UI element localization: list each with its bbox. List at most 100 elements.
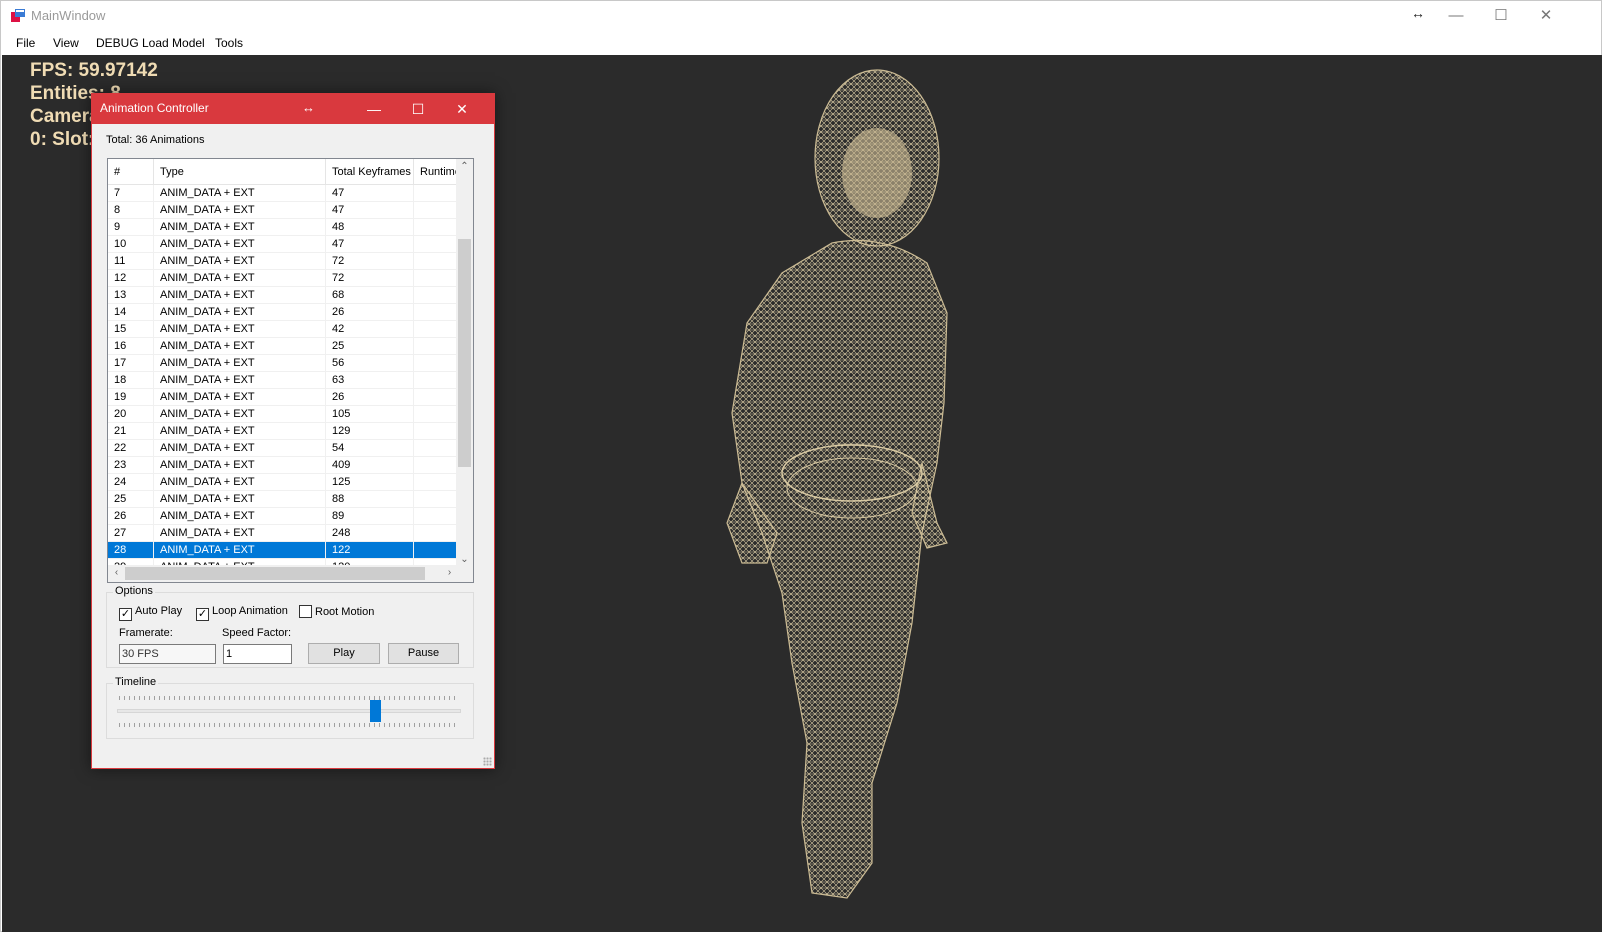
cell-num: 24	[108, 474, 154, 490]
anim-minimize-button[interactable]: —	[352, 94, 396, 124]
cell-num: 15	[108, 321, 154, 337]
cell-keyframes: 47	[326, 185, 414, 201]
table-row[interactable]: 18 ANIM_DATA + EXT 63	[108, 372, 458, 389]
table-row[interactable]: 27 ANIM_DATA + EXT 248	[108, 525, 458, 542]
options-group-label: Options	[113, 585, 155, 597]
loop-animation-checkbox[interactable]: ✓ Loop Animation	[196, 605, 288, 621]
cell-runtime	[414, 304, 458, 320]
anim-close-button[interactable]: ✕	[440, 94, 484, 124]
column-header-keyframes[interactable]: Total Keyframes	[326, 159, 414, 185]
cell-keyframes: 72	[326, 270, 414, 286]
horizontal-scrollbar[interactable]: ‹ ›	[108, 565, 458, 582]
table-row[interactable]: 12 ANIM_DATA + EXT 72	[108, 270, 458, 287]
horizontal-scroll-thumb[interactable]	[125, 567, 425, 580]
pause-button[interactable]: Pause	[388, 643, 459, 664]
cell-keyframes: 47	[326, 236, 414, 252]
table-row[interactable]: 10 ANIM_DATA + EXT 47	[108, 236, 458, 253]
cell-runtime	[414, 406, 458, 422]
cell-num: 25	[108, 491, 154, 507]
anim-maximize-button[interactable]: ☐	[396, 94, 440, 124]
menu-bar: File View DEBUG Load Model Tools	[1, 31, 1601, 55]
animation-controller-titlebar[interactable]: Animation Controller ↔ — ☐ ✕	[92, 94, 494, 124]
table-row[interactable]: 20 ANIM_DATA + EXT 105	[108, 406, 458, 423]
table-row[interactable]: 19 ANIM_DATA + EXT 26	[108, 389, 458, 406]
cell-runtime	[414, 474, 458, 490]
options-group: Options ✓ Auto Play ✓ Loop Animation Root …	[106, 585, 474, 668]
cell-runtime	[414, 338, 458, 354]
timeline-track[interactable]	[117, 709, 461, 713]
cell-type: ANIM_DATA + EXT	[154, 321, 326, 337]
cell-runtime	[414, 185, 458, 201]
menu-view[interactable]: View	[53, 36, 79, 50]
table-row[interactable]: 14 ANIM_DATA + EXT 26	[108, 304, 458, 321]
column-header-type[interactable]: Type	[154, 159, 326, 185]
play-button[interactable]: Play	[308, 643, 380, 664]
cell-type: ANIM_DATA + EXT	[154, 440, 326, 456]
table-row[interactable]: 21 ANIM_DATA + EXT 129	[108, 423, 458, 440]
column-header-runtime[interactable]: Runtime	[414, 159, 458, 185]
cell-type: ANIM_DATA + EXT	[154, 389, 326, 405]
cell-keyframes: 68	[326, 287, 414, 303]
resize-grip[interactable]	[483, 757, 492, 766]
vertical-scrollbar[interactable]: ⌃ ⌄	[456, 159, 473, 567]
auto-play-checkbox[interactable]: ✓ Auto Play	[119, 605, 182, 621]
cell-keyframes: 26	[326, 389, 414, 405]
cell-type: ANIM_DATA + EXT	[154, 338, 326, 354]
cell-type: ANIM_DATA + EXT	[154, 202, 326, 218]
total-animations-label: Total: 36 Animations	[106, 134, 205, 146]
vertical-scroll-thumb[interactable]	[458, 239, 471, 467]
main-window: MainWindow ↔ — ☐ ✕ File View DEBUG Load …	[0, 0, 1602, 932]
render-viewport[interactable]: FPS: 59.97142 Entities: 8 Camera: ... 10…	[2, 55, 1602, 932]
table-row[interactable]: 16 ANIM_DATA + EXT 25	[108, 338, 458, 355]
table-row[interactable]: 25 ANIM_DATA + EXT 88	[108, 491, 458, 508]
cell-num: 12	[108, 270, 154, 286]
cell-runtime	[414, 321, 458, 337]
timeline-thumb[interactable]	[370, 700, 381, 722]
close-button[interactable]: ✕	[1523, 1, 1569, 31]
table-row[interactable]: 17 ANIM_DATA + EXT 56	[108, 355, 458, 372]
scroll-down-icon[interactable]: ⌄	[456, 554, 473, 565]
table-row[interactable]: 11 ANIM_DATA + EXT 72	[108, 253, 458, 270]
table-row[interactable]: 7 ANIM_DATA + EXT 47	[108, 185, 458, 202]
cell-type: ANIM_DATA + EXT	[154, 474, 326, 490]
column-header-number[interactable]: #	[108, 159, 154, 185]
scroll-up-icon[interactable]: ⌃	[456, 161, 473, 172]
cell-type: ANIM_DATA + EXT	[154, 457, 326, 473]
table-row[interactable]: 26 ANIM_DATA + EXT 89	[108, 508, 458, 525]
scroll-left-icon[interactable]: ‹	[108, 567, 125, 578]
timeline-ticks-bottom	[119, 723, 457, 727]
hud-fps: FPS: 59.97142	[30, 60, 158, 81]
table-row[interactable]: 15 ANIM_DATA + EXT 42	[108, 321, 458, 338]
table-row[interactable]: 9 ANIM_DATA + EXT 48	[108, 219, 458, 236]
speed-factor-field[interactable]	[223, 644, 292, 664]
menu-debug-load-model[interactable]: DEBUG Load Model	[96, 36, 205, 50]
cell-type: ANIM_DATA + EXT	[154, 270, 326, 286]
framerate-field[interactable]	[119, 644, 216, 664]
cell-num: 11	[108, 253, 154, 269]
cell-runtime	[414, 508, 458, 524]
cell-num: 26	[108, 508, 154, 524]
cell-keyframes: 54	[326, 440, 414, 456]
root-motion-checkbox[interactable]: Root Motion	[299, 605, 374, 618]
animation-list[interactable]: # Type Total Keyframes Runtime 7 ANIM_DAT…	[107, 158, 474, 583]
title-bar[interactable]: MainWindow ↔ — ☐ ✕	[1, 1, 1601, 31]
list-rows: 7 ANIM_DATA + EXT 47 8 ANIM_DATA + EXT 47 9 ANI…	[108, 185, 458, 576]
table-row[interactable]: 8 ANIM_DATA + EXT 47	[108, 202, 458, 219]
table-row[interactable]: 24 ANIM_DATA + EXT 125	[108, 474, 458, 491]
menu-tools[interactable]: Tools	[215, 36, 243, 50]
cell-type: ANIM_DATA + EXT	[154, 304, 326, 320]
cell-num: 22	[108, 440, 154, 456]
root-motion-label: Root Motion	[315, 606, 375, 618]
table-row[interactable]: 13 ANIM_DATA + EXT 68	[108, 287, 458, 304]
table-row[interactable]: 23 ANIM_DATA + EXT 409	[108, 457, 458, 474]
maximize-button[interactable]: ☐	[1478, 1, 1524, 31]
table-row[interactable]: 22 ANIM_DATA + EXT 54	[108, 440, 458, 457]
cell-num: 13	[108, 287, 154, 303]
maximize-icon: ☐	[411, 101, 425, 117]
minimize-button[interactable]: —	[1433, 1, 1479, 31]
cell-num: 27	[108, 525, 154, 541]
menu-file[interactable]: File	[16, 36, 35, 50]
wireframe-model	[726, 69, 948, 899]
checkmark-icon: ✓	[196, 608, 209, 621]
table-row[interactable]: 28 ANIM_DATA + EXT 122	[108, 542, 458, 559]
